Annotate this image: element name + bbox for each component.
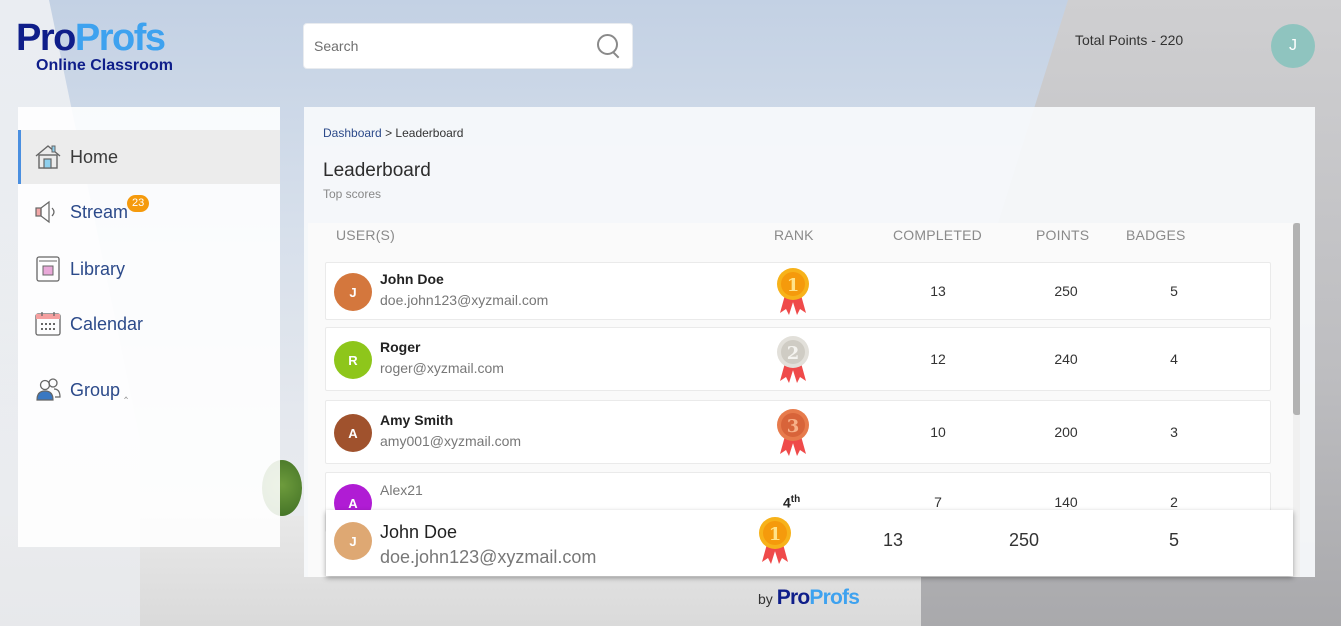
users-icon (36, 378, 61, 401)
column-header-rank: RANK (774, 227, 814, 243)
scrollbar-thumb[interactable] (1293, 223, 1300, 415)
bronze-medal-icon: 3 (777, 409, 809, 456)
footer-logo: ProProfs (776, 586, 860, 610)
search-box (303, 23, 633, 69)
row-badges: 4 (1170, 351, 1178, 367)
column-header-completed: COMPLETED (893, 227, 982, 243)
row-points: 140 (1054, 494, 1078, 510)
breadcrumb-dashboard-link[interactable]: Dashboard (323, 126, 382, 140)
svg-text:3: 3 (787, 416, 800, 437)
logo-pro-text: Pro (16, 17, 76, 59)
sidebar-item-calendar[interactable]: Calendar (18, 297, 280, 351)
search-icon[interactable] (596, 33, 622, 59)
row-user-email: roger@xyzmail.com (380, 360, 504, 376)
row-rank: 4th (783, 494, 801, 511)
speaker-icon (35, 200, 55, 224)
current-user-badges: 5 (1168, 530, 1179, 550)
row-user-name: Amy Smith (380, 412, 454, 428)
sidebar-item-label: Library (70, 258, 126, 279)
row-points: 240 (1054, 351, 1078, 367)
row-completed: 13 (930, 283, 946, 299)
row-user-name: John Doe (380, 271, 444, 287)
row-points: 250 (1054, 283, 1078, 299)
footer-logo-profs: Profs (809, 586, 860, 609)
row-badges: 5 (1170, 283, 1178, 299)
row-badges: 2 (1170, 494, 1178, 510)
table-row[interactable]: R Roger roger@xyzmail.com 2 12 240 4 (325, 327, 1271, 391)
row-avatar: J (334, 273, 372, 311)
table-row[interactable]: J John Doe doe.john123@xyzmail.com 1 13 250 5 (325, 262, 1271, 320)
logo-subtitle: Online Classroom (36, 57, 173, 74)
powered-by-proprofs[interactable]: by ProProfs (758, 586, 860, 610)
row-points: 200 (1054, 424, 1078, 440)
logo-wordmark: ProProfs (16, 17, 173, 59)
current-user-row: J John Doe doe.john123@xyzmail.com 1 13 … (326, 510, 1293, 576)
svg-text:1: 1 (787, 275, 800, 296)
gold-medal-icon: 1 (777, 268, 809, 315)
page-title: Leaderboard (323, 160, 431, 181)
silver-medal-icon: 2 (777, 336, 809, 383)
current-user-email: doe.john123@xyzmail.com (380, 547, 597, 567)
proprofs-logo[interactable]: ProProfs Online Classroom (16, 17, 173, 75)
sidebar-item-stream[interactable]: Stream 23 (18, 185, 280, 239)
breadcrumb-separator: > (385, 126, 393, 140)
leaderboard-panel: Dashboard > Leaderboard Leaderboard Top … (304, 107, 1315, 577)
breadcrumb-current: Leaderboard (395, 126, 464, 140)
sidebar-item-library[interactable]: Library (18, 242, 280, 296)
row-user-email: doe.john123@xyzmail.com (380, 292, 549, 308)
row-completed: 12 (930, 351, 946, 367)
calendar-icon (35, 312, 61, 336)
column-header-points: POINTS (1036, 227, 1090, 243)
breadcrumb: Dashboard > Leaderboard (323, 126, 463, 140)
footer-by-text: by (758, 591, 773, 607)
sidebar: Home Stream 23 Library Calendar Group ‸ (18, 107, 280, 547)
current-user-completed: 13 (882, 530, 904, 550)
sidebar-item-label: Calendar (70, 313, 144, 334)
footer-logo-pro: Pro (776, 586, 810, 609)
svg-text:1: 1 (769, 524, 782, 545)
current-user-name: John Doe (380, 522, 458, 542)
row-avatar: R (334, 341, 372, 379)
logo-profs-text: Profs (74, 17, 166, 59)
column-header-badges: BADGES (1126, 227, 1186, 243)
search-input[interactable] (314, 38, 596, 54)
row-user-name: Alex21 (380, 482, 423, 498)
svg-text:2: 2 (787, 343, 800, 364)
current-user-points: 250 (1008, 530, 1040, 550)
row-user-name: Roger (380, 339, 421, 355)
sidebar-item-home[interactable]: Home (18, 130, 280, 184)
book-icon (36, 256, 60, 282)
row-badges: 3 (1170, 424, 1178, 440)
current-user-avatar: J (334, 522, 372, 560)
row-user-email: amy001@xyzmail.com (380, 433, 522, 449)
home-icon (35, 145, 61, 169)
row-completed: 7 (934, 494, 942, 510)
chevron-up-icon[interactable]: ‸ (124, 385, 128, 399)
row-avatar: A (334, 414, 372, 452)
page-subtitle: Top scores (323, 187, 382, 201)
total-points: Total Points - 220 (1075, 32, 1184, 48)
table-row[interactable]: A Amy Smith amy001@xyzmail.com 3 10 200 3 (325, 400, 1271, 464)
row-completed: 10 (930, 424, 946, 440)
gold-medal-icon: 1 (759, 517, 791, 564)
sidebar-item-label: Group (70, 379, 121, 400)
sidebar-item-label: Home (70, 146, 119, 167)
stream-count-badge: 23 (127, 195, 150, 212)
sidebar-item-label: Stream (70, 201, 129, 222)
column-header-users: USER(S) (336, 227, 395, 243)
sidebar-item-group[interactable]: Group ‸ (18, 363, 280, 417)
user-avatar[interactable]: J (1271, 24, 1315, 68)
